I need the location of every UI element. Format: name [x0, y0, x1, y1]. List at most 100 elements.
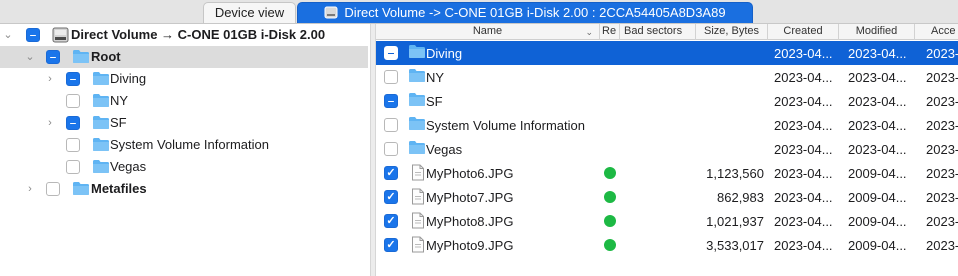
- file-icon: [411, 236, 425, 256]
- table-row[interactable]: System Volume Information 2023-04... 2023-…: [376, 113, 958, 137]
- tree-metafiles-label: Metafiles: [91, 181, 147, 196]
- folder-icon: [73, 182, 89, 195]
- table-row[interactable]: Vegas 2023-04... 2023-04... 2023-: [376, 137, 958, 161]
- column-header-size[interactable]: Size, Bytes: [696, 24, 768, 40]
- file-icon: [411, 188, 425, 208]
- table-row[interactable]: ✓ MyPhoto6.JPG 1,123,560 2023-04... 2009-04.…: [376, 161, 958, 185]
- column-header-modified[interactable]: Modified: [839, 24, 915, 40]
- column-header-name[interactable]: Name ⌄: [376, 24, 600, 40]
- row-checkbox[interactable]: [384, 118, 398, 132]
- folder-icon: [93, 72, 109, 85]
- row-checkbox[interactable]: ✓: [384, 190, 398, 204]
- disk-icon: [52, 27, 69, 43]
- cell-name: MyPhoto7.JPG: [426, 190, 514, 205]
- row-checkbox[interactable]: [384, 70, 398, 84]
- folder-tree: ⌄ Direct Volume → C-ONE 01GB i-Disk 2.00…: [0, 24, 370, 276]
- tree-item-label: NY: [110, 93, 129, 108]
- cell-name: NY: [426, 70, 445, 85]
- tree-item-sf[interactable]: › SF: [0, 112, 368, 134]
- chevron-right-icon[interactable]: ›: [44, 72, 56, 86]
- table-row[interactable]: SF 2023-04... 2023-04... 2023-: [376, 89, 958, 113]
- tree-item-system-volume-information[interactable]: System Volume Information: [0, 134, 368, 156]
- cell-created: 2023-04...: [774, 166, 833, 181]
- cell-modified: 2009-04...: [848, 214, 907, 229]
- chevron-down-icon[interactable]: ⌄: [24, 50, 36, 64]
- column-header-bad-sectors[interactable]: Bad sectors: [620, 24, 696, 40]
- row-checkbox[interactable]: [384, 46, 398, 60]
- cell-created: 2023-04...: [774, 214, 833, 229]
- tree-item-label: Vegas: [110, 159, 147, 174]
- sf-checkbox[interactable]: [66, 116, 80, 130]
- cell-name: MyPhoto8.JPG: [426, 214, 514, 229]
- ny-checkbox[interactable]: [66, 94, 80, 108]
- cell-size: 1,021,937: [706, 214, 764, 229]
- cell-created: 2023-04...: [774, 190, 833, 205]
- cell-accessed: 2023-: [926, 190, 958, 205]
- column-header-accessed[interactable]: Acce: [915, 24, 958, 40]
- folder-icon: [93, 94, 109, 107]
- root-checkbox[interactable]: [46, 50, 60, 64]
- cell-created: 2023-04...: [774, 46, 833, 61]
- tree-item-label: System Volume Information: [110, 137, 269, 152]
- view-tab-bar: Device view Direct Volume -> C-ONE 01GB …: [0, 0, 958, 24]
- cell-modified: 2009-04...: [848, 166, 907, 181]
- cell-created: 2023-04...: [774, 238, 833, 253]
- row-checkbox[interactable]: [384, 94, 398, 108]
- column-header-re[interactable]: Re: [600, 24, 620, 40]
- tree-item-metafiles[interactable]: › Metafiles: [0, 178, 368, 200]
- row-checkbox[interactable]: ✓: [384, 166, 398, 180]
- tree-item-volume[interactable]: ⌄ Direct Volume → C-ONE 01GB i-Disk 2.00: [0, 24, 368, 46]
- table-row[interactable]: ✓ MyPhoto7.JPG 862,983 2023-04... 2009-04...…: [376, 185, 958, 209]
- folder-icon: [408, 44, 426, 62]
- cell-accessed: 2023-: [926, 46, 958, 61]
- cell-accessed: 2023-: [926, 166, 958, 181]
- status-ok-icon: [604, 239, 616, 251]
- cell-created: 2023-04...: [774, 94, 833, 109]
- cell-modified: 2023-04...: [848, 118, 907, 133]
- cell-name: System Volume Information: [426, 118, 585, 133]
- cell-size: 862,983: [717, 190, 764, 205]
- chevron-right-icon[interactable]: ›: [24, 182, 36, 196]
- cell-accessed: 2023-: [926, 142, 958, 157]
- cell-size: 1,123,560: [706, 166, 764, 181]
- tree-item-root[interactable]: ⌄ Root: [0, 46, 368, 68]
- cell-accessed: 2023-: [926, 118, 958, 133]
- cell-accessed: 2023-: [926, 94, 958, 109]
- tree-item-diving[interactable]: › Diving: [0, 68, 368, 90]
- folder-icon: [93, 160, 109, 173]
- chevron-down-icon[interactable]: ⌄: [2, 28, 14, 42]
- disk-icon: [324, 6, 338, 19]
- tab-volume-view[interactable]: Direct Volume -> C-ONE 01GB i-Disk 2.00 …: [297, 2, 753, 23]
- cell-size: 3,533,017: [706, 238, 764, 253]
- cell-name: MyPhoto9.JPG: [426, 238, 514, 253]
- column-header-created[interactable]: Created: [768, 24, 839, 40]
- tree-item-label: Diving: [110, 71, 147, 86]
- row-checkbox[interactable]: ✓: [384, 214, 398, 228]
- vegas-checkbox[interactable]: [66, 160, 80, 174]
- cell-modified: 2009-04...: [848, 238, 907, 253]
- cell-created: 2023-04...: [774, 70, 833, 85]
- table-row[interactable]: ✓ MyPhoto8.JPG 1,021,937 2023-04... 2009-04.…: [376, 209, 958, 233]
- status-ok-icon: [604, 167, 616, 179]
- volume-checkbox[interactable]: [26, 28, 40, 42]
- table-row[interactable]: Diving 2023-04... 2023-04... 2023-: [376, 41, 958, 65]
- folder-icon: [408, 140, 426, 158]
- file-table: Name ⌄ Re Bad sectors Size, Bytes Create…: [376, 24, 958, 276]
- folder-icon: [73, 50, 89, 63]
- diving-checkbox[interactable]: [66, 72, 80, 86]
- table-row[interactable]: NY 2023-04... 2023-04... 2023-: [376, 65, 958, 89]
- tab-device-view[interactable]: Device view: [203, 2, 296, 23]
- file-icon: [411, 212, 425, 232]
- metafiles-checkbox[interactable]: [46, 182, 60, 196]
- row-checkbox[interactable]: ✓: [384, 238, 398, 252]
- tab-volume-label: Direct Volume -> C-ONE 01GB i-Disk 2.00 …: [344, 5, 726, 20]
- svi-checkbox[interactable]: [66, 138, 80, 152]
- tree-item-ny[interactable]: NY: [0, 90, 368, 112]
- tree-item-vegas[interactable]: Vegas: [0, 156, 368, 178]
- table-row[interactable]: ✓ MyPhoto9.JPG 3,533,017 2023-04... 2009-04.…: [376, 233, 958, 257]
- chevron-right-icon[interactable]: ›: [44, 116, 56, 130]
- cell-modified: 2023-04...: [848, 94, 907, 109]
- row-checkbox[interactable]: [384, 142, 398, 156]
- cell-accessed: 2023-: [926, 214, 958, 229]
- status-ok-icon: [604, 191, 616, 203]
